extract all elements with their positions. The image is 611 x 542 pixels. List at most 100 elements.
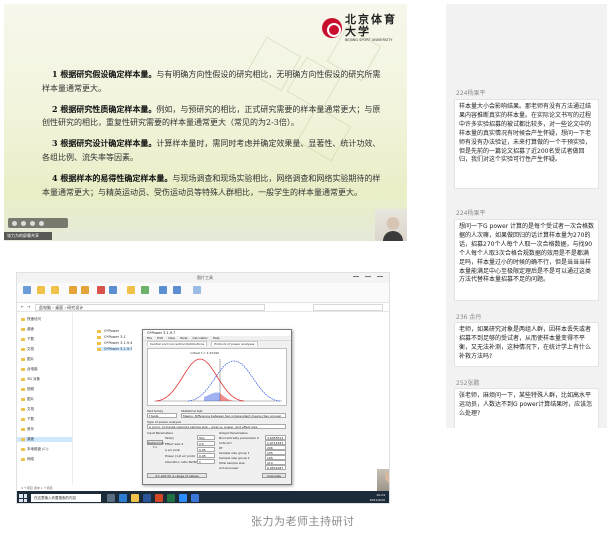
menu-tests[interactable]: Tests: [180, 336, 187, 340]
computer-icon: [21, 368, 25, 371]
delete-icon[interactable]: [97, 286, 105, 294]
menu-help[interactable]: Help: [213, 336, 220, 340]
address-bar: ← → 此电脑 › 桌面 › 研究设计: [17, 303, 389, 312]
input-value[interactable]: 0.5: [197, 441, 215, 446]
chat-sender: 236 余丹: [456, 314, 482, 321]
close-icon[interactable]: [377, 276, 383, 280]
rename-icon[interactable]: [109, 286, 117, 294]
slide-point-title: 1 根据研究假设确定样本量。: [52, 69, 157, 79]
calculate-button[interactable]: Calculate: [262, 473, 286, 478]
menu-calculator[interactable]: Calculator: [192, 336, 207, 340]
analysis-type-select[interactable]: A priori: Compute required sample size –…: [147, 424, 286, 429]
properties-icon[interactable]: [159, 286, 167, 294]
input-value[interactable]: 0.95: [197, 453, 215, 458]
determine-button[interactable]: Determine =>: [147, 440, 164, 449]
file-row[interactable]: G*Power 3.1.9.4: [97, 341, 132, 345]
chat-sender: 224杨果平: [456, 210, 486, 217]
forward-arrow-icon[interactable]: →: [27, 304, 30, 309]
meeting-app-icon[interactable]: [179, 494, 187, 502]
input-label: Power (1-β err prob): [165, 454, 196, 458]
nav-item-selected[interactable]: 桌面: [17, 437, 72, 442]
taskbar: 在这里输入你要搜索的内容 10:24 2021/4/20: [17, 491, 389, 503]
input-label: α err prob: [165, 448, 180, 452]
folder-icon: [21, 388, 25, 391]
copy-to-icon[interactable]: [81, 286, 89, 294]
paste-icon[interactable]: [51, 286, 59, 294]
nav-item[interactable]: 3D 对象: [21, 377, 40, 382]
navigation-pane: 快速访问 桌面 下载 文档 图片 此电脑 3D 对象 视频 图片 文档 下载 音…: [17, 313, 73, 485]
tab-distributions[interactable]: Central and noncentral distributions: [147, 341, 208, 346]
slide-playback-controls[interactable]: [8, 218, 68, 228]
input-value[interactable]: 0.05: [197, 447, 215, 452]
folder-icon: [21, 358, 25, 361]
new-folder-icon[interactable]: [127, 286, 135, 294]
search-field[interactable]: [313, 304, 383, 311]
nav-item[interactable]: 网络: [21, 457, 34, 462]
pin-icon[interactable]: [23, 286, 31, 294]
gpower-tabs: Central and noncentral distributions Pro…: [143, 341, 291, 346]
distribution-curves: [154, 358, 282, 402]
powerpoint-icon[interactable]: [155, 494, 163, 502]
network-icon: [21, 458, 25, 461]
pointer-icon[interactable]: [21, 220, 26, 226]
task-view-icon[interactable]: [107, 494, 115, 502]
presenter-webcam: [377, 469, 389, 491]
shared-slide: 北京体育大学 BEIJING SPORT UNIVERSITY 1 根据研究假设…: [4, 4, 407, 241]
input-value[interactable]: 1: [197, 459, 215, 464]
nav-item[interactable]: 下载: [21, 337, 34, 342]
slide-point-title: 2 根据研究性质确定样本量。: [52, 103, 157, 114]
input-value[interactable]: Two: [197, 435, 215, 440]
next-slide-icon[interactable]: [39, 220, 44, 226]
copy-icon[interactable]: [37, 286, 45, 294]
taskbar-search[interactable]: 在这里输入你要搜索的内容: [31, 494, 101, 502]
output-label: Total sample size: [219, 461, 245, 465]
new-item-icon[interactable]: [141, 286, 149, 294]
taskbar-clock: 10:24 2021/4/20: [370, 493, 385, 503]
file-row-selected[interactable]: G*Power 3.1.9.7: [97, 347, 133, 351]
prev-slide-icon[interactable]: [12, 220, 17, 226]
nav-item[interactable]: 音乐: [21, 427, 34, 432]
file-row[interactable]: G*Power: [97, 329, 119, 333]
presenter-webcam: [375, 209, 407, 241]
nav-item[interactable]: 文档: [21, 407, 34, 412]
open-icon[interactable]: [173, 286, 181, 294]
menu-edit[interactable]: Edit: [157, 336, 163, 340]
nav-item[interactable]: 此电脑: [21, 367, 38, 372]
nav-item[interactable]: 下载: [21, 417, 34, 422]
file-explorer-icon[interactable]: [131, 494, 139, 502]
edge-icon[interactable]: [119, 494, 127, 502]
file-row[interactable]: G*Power 3.1: [97, 335, 126, 339]
nav-item[interactable]: 本地磁盘 (C:): [21, 447, 48, 452]
word-icon[interactable]: [143, 494, 151, 502]
slide-point-title: 4 根据样本的易得性确定样本量。: [52, 172, 173, 183]
nav-item[interactable]: 图片: [21, 357, 34, 362]
move-to-icon[interactable]: [69, 286, 77, 294]
menu-file[interactable]: File: [147, 336, 152, 340]
nav-item[interactable]: 图片: [21, 397, 34, 402]
null-distribution-curve: [155, 358, 245, 402]
windows-start-icon[interactable]: [19, 494, 27, 502]
nav-item[interactable]: 快速访问: [21, 317, 41, 322]
nav-item[interactable]: 视频: [21, 387, 34, 392]
output-label: Df: [219, 446, 223, 450]
maximize-icon[interactable]: [365, 276, 371, 280]
tab-protocol[interactable]: Protocol of power analyses: [211, 341, 258, 346]
xy-plot-button[interactable]: X-Y plot for a range of values: [147, 473, 207, 478]
pen-icon[interactable]: [30, 220, 35, 226]
excel-icon[interactable]: [167, 494, 175, 502]
slide-point: 2 根据研究性质确定样本量。例如，与预研究的相比，正式研究需要的样本量通常更大；…: [42, 103, 382, 131]
drive-icon: [21, 448, 25, 451]
address-field[interactable]: 此电脑 › 桌面 › 研究设计: [35, 304, 265, 311]
back-arrow-icon[interactable]: ←: [21, 304, 24, 309]
gpower-taskbar-icon[interactable]: [191, 494, 199, 502]
minimize-icon[interactable]: [353, 276, 359, 280]
page: 北京体育大学 BEIJING SPORT UNIVERSITY 1 根据研究假设…: [0, 0, 611, 542]
chat-message: 张老师，麻烦问一下，某些特殊人群，比如高水平运动员，人数达不到G power计算…: [454, 388, 599, 428]
menu-view[interactable]: View: [168, 336, 175, 340]
gpower-window: G*Power 3.1.9.7 File Edit View Tests Cal…: [142, 329, 292, 485]
select-all-icon[interactable]: [193, 286, 201, 294]
nav-item[interactable]: 桌面: [21, 327, 34, 332]
test-family-select[interactable]: t tests: [147, 413, 177, 418]
statistical-test-select[interactable]: Means: Difference between two independen…: [181, 413, 286, 418]
nav-item[interactable]: 文档: [21, 347, 34, 352]
